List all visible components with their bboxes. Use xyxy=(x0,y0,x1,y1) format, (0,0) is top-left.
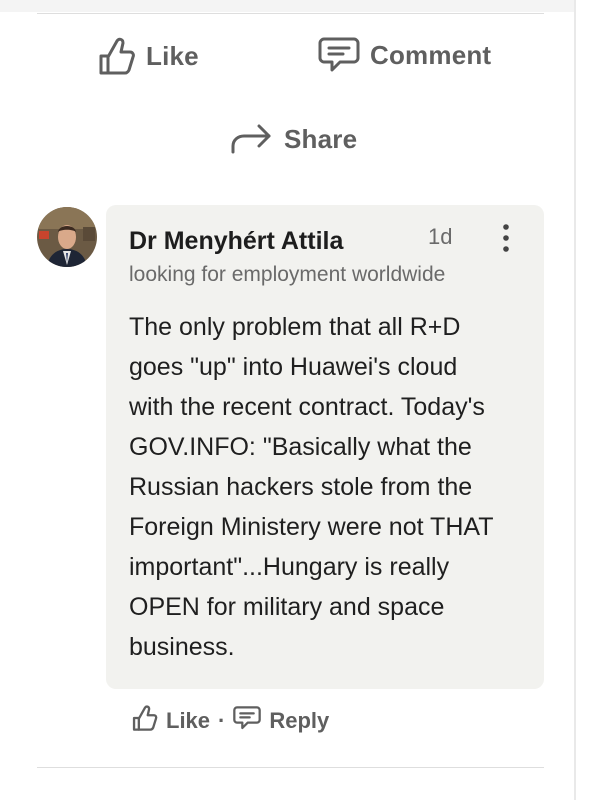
bottom-divider xyxy=(37,767,544,768)
vertical-dots-icon xyxy=(496,224,516,259)
share-button[interactable]: Share xyxy=(230,122,357,156)
avatar[interactable] xyxy=(37,207,97,267)
comment-button[interactable]: Comment xyxy=(318,36,491,74)
reply-button[interactable]: Reply xyxy=(233,705,329,737)
share-arrow-icon xyxy=(230,122,274,156)
top-divider xyxy=(37,13,544,14)
comment-like-button[interactable]: Like xyxy=(132,704,210,738)
action-separator: · xyxy=(218,708,226,733)
scroll-edge xyxy=(574,0,576,800)
like-label: Like xyxy=(146,40,199,71)
thumbs-up-icon xyxy=(132,704,158,738)
thumbs-up-icon xyxy=(98,36,136,76)
comment-timestamp: 1d xyxy=(428,224,453,249)
comment-author-name[interactable]: Dr Menyhért Attila xyxy=(129,227,343,256)
comment-text: The only problem that all R+D goes "up" … xyxy=(129,313,494,661)
like-button[interactable]: Like xyxy=(98,36,199,76)
more-options-button[interactable] xyxy=(496,221,516,255)
comment-like-label: Like xyxy=(166,708,211,733)
top-shade xyxy=(0,0,574,12)
comment-label: Comment xyxy=(370,39,492,70)
comment-actions: Like · Reply xyxy=(132,704,329,738)
speech-bubble-icon xyxy=(233,705,262,737)
comment-bubble: Dr Menyhért Attila 1d looking for employ… xyxy=(106,205,544,689)
speech-bubble-icon xyxy=(318,36,360,74)
reply-label: Reply xyxy=(269,708,330,733)
author-headline: looking for employment worldwide xyxy=(129,263,446,286)
feed-page: Like Comment Share Dr Menyhért Attila 1d… xyxy=(0,0,614,800)
share-label: Share xyxy=(284,123,358,154)
